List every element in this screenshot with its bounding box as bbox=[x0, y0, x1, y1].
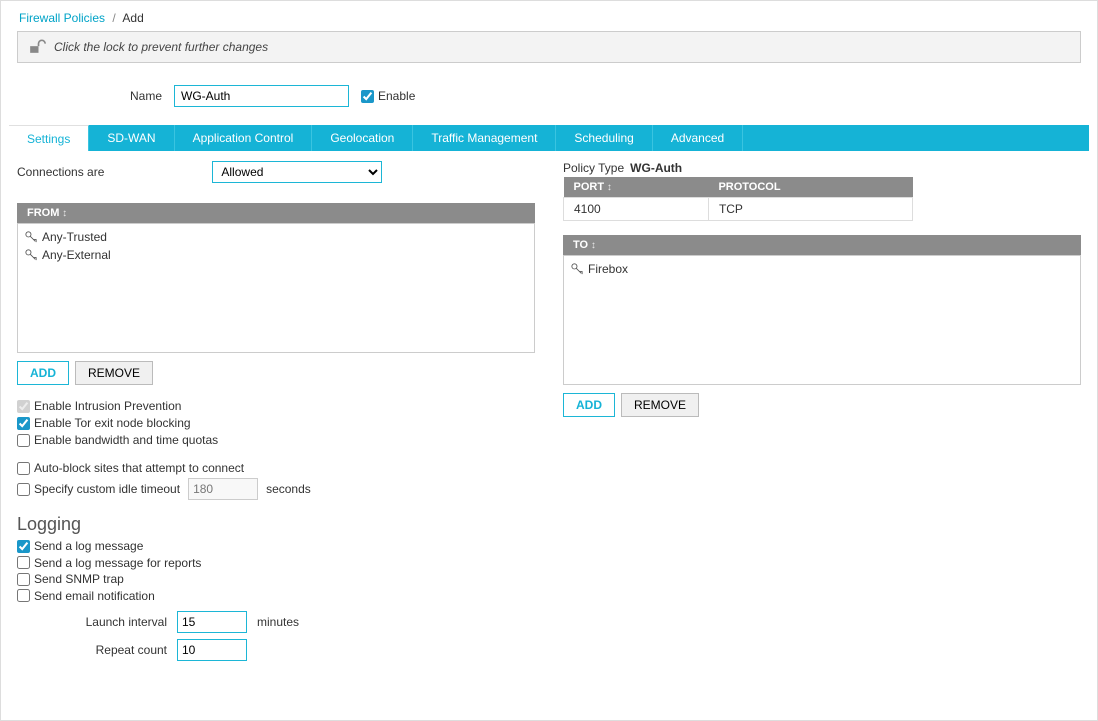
name-row: Name Enable bbox=[9, 71, 1089, 125]
log-label: Send a log message bbox=[34, 539, 143, 553]
list-item[interactable]: Any-External bbox=[24, 246, 528, 264]
from-list[interactable]: Any-Trusted Any-External bbox=[17, 223, 535, 353]
name-input[interactable] bbox=[174, 85, 349, 107]
breadcrumb-current: Add bbox=[122, 11, 143, 25]
tab-geolocation[interactable]: Geolocation bbox=[312, 125, 413, 151]
policy-type-label: Policy Type bbox=[563, 161, 624, 175]
connections-label: Connections are bbox=[17, 165, 104, 179]
tab-traffic-management[interactable]: Traffic Management bbox=[413, 125, 556, 151]
port-cell: 4100 bbox=[564, 198, 709, 221]
log-report-checkbox-input[interactable] bbox=[17, 556, 30, 569]
enable-checkbox[interactable]: Enable bbox=[361, 89, 415, 103]
breadcrumb-sep: / bbox=[112, 11, 115, 25]
alias-icon bbox=[24, 231, 38, 243]
to-header[interactable]: TO bbox=[563, 235, 1081, 255]
email-checkbox-input[interactable] bbox=[17, 589, 30, 602]
lock-bar[interactable]: Click the lock to prevent further change… bbox=[17, 31, 1081, 63]
tab-scheduling[interactable]: Scheduling bbox=[556, 125, 652, 151]
autoblock-label: Auto-block sites that attempt to connect bbox=[34, 461, 244, 475]
launch-interval-unit: minutes bbox=[257, 615, 299, 629]
list-item-label: Any-Trusted bbox=[42, 230, 107, 244]
enable-checkbox-input[interactable] bbox=[361, 90, 374, 103]
lock-hint: Click the lock to prevent further change… bbox=[54, 40, 268, 54]
tor-checkbox-input[interactable] bbox=[17, 417, 30, 430]
port-table: PORT PROTOCOL 4100 TCP bbox=[563, 177, 913, 221]
breadcrumb: Firewall Policies / Add bbox=[9, 5, 1089, 27]
name-label: Name bbox=[17, 89, 162, 103]
tab-application-control[interactable]: Application Control bbox=[175, 125, 313, 151]
log-report-checkbox[interactable]: Send a log message for reports bbox=[17, 556, 201, 570]
protocol-cell: TCP bbox=[708, 198, 912, 221]
policy-type-value: WG-Auth bbox=[630, 161, 682, 175]
snmp-checkbox[interactable]: Send SNMP trap bbox=[17, 572, 124, 586]
unlock-icon bbox=[26, 38, 46, 56]
list-item[interactable]: Any-Trusted bbox=[24, 228, 528, 246]
tab-sd-wan[interactable]: SD-WAN bbox=[89, 125, 174, 151]
list-item-label: Any-External bbox=[42, 248, 111, 262]
quota-label: Enable bandwidth and time quotas bbox=[34, 433, 218, 447]
autoblock-checkbox-input[interactable] bbox=[17, 462, 30, 475]
quota-checkbox-input[interactable] bbox=[17, 434, 30, 447]
snmp-checkbox-input[interactable] bbox=[17, 573, 30, 586]
list-item-label: Firebox bbox=[588, 262, 628, 276]
snmp-label: Send SNMP trap bbox=[34, 572, 124, 586]
tab-advanced[interactable]: Advanced bbox=[653, 125, 743, 151]
launch-interval-input[interactable] bbox=[177, 611, 247, 633]
tor-label: Enable Tor exit node blocking bbox=[34, 416, 191, 430]
tor-checkbox[interactable]: Enable Tor exit node blocking bbox=[17, 416, 535, 430]
to-list[interactable]: Firebox bbox=[563, 255, 1081, 385]
breadcrumb-parent-link[interactable]: Firewall Policies bbox=[19, 11, 105, 25]
log-checkbox[interactable]: Send a log message bbox=[17, 539, 143, 553]
email-label: Send email notification bbox=[34, 589, 155, 603]
tab-bar: Settings SD-WAN Application Control Geol… bbox=[9, 125, 1089, 151]
port-header[interactable]: PORT bbox=[564, 177, 709, 198]
autoblock-checkbox[interactable]: Auto-block sites that attempt to connect bbox=[17, 461, 535, 475]
ips-label: Enable Intrusion Prevention bbox=[34, 399, 181, 413]
repeat-count-input[interactable] bbox=[177, 639, 247, 661]
repeat-count-label: Repeat count bbox=[17, 643, 167, 657]
enable-label: Enable bbox=[378, 89, 415, 103]
idle-timeout-input bbox=[188, 478, 258, 500]
right-column: Policy Type WG-Auth PORT PROTOCOL 4100 T… bbox=[563, 161, 1081, 661]
quota-checkbox[interactable]: Enable bandwidth and time quotas bbox=[17, 433, 535, 447]
to-add-button[interactable]: ADD bbox=[563, 393, 615, 417]
from-remove-button[interactable]: REMOVE bbox=[75, 361, 153, 385]
alias-icon bbox=[24, 249, 38, 261]
idle-unit: seconds bbox=[266, 482, 311, 496]
launch-interval-label: Launch interval bbox=[17, 615, 167, 629]
logging-title: Logging bbox=[17, 514, 535, 535]
from-add-button[interactable]: ADD bbox=[17, 361, 69, 385]
ips-checkbox-input bbox=[17, 400, 30, 413]
ips-checkbox[interactable]: Enable Intrusion Prevention bbox=[17, 399, 535, 413]
tab-settings[interactable]: Settings bbox=[9, 125, 89, 151]
idle-label: Specify custom idle timeout bbox=[34, 482, 180, 496]
connections-select[interactable]: Allowed bbox=[212, 161, 382, 183]
email-checkbox[interactable]: Send email notification bbox=[17, 589, 155, 603]
table-row[interactable]: 4100 TCP bbox=[564, 198, 913, 221]
left-column: Connections are Allowed FROM Any-Trusted… bbox=[17, 161, 535, 661]
protocol-header[interactable]: PROTOCOL bbox=[708, 177, 912, 198]
log-report-label: Send a log message for reports bbox=[34, 556, 201, 570]
alias-icon bbox=[570, 263, 584, 275]
from-header[interactable]: FROM bbox=[17, 203, 535, 223]
list-item[interactable]: Firebox bbox=[570, 260, 1074, 278]
idle-checkbox-input[interactable] bbox=[17, 483, 30, 496]
idle-checkbox[interactable]: Specify custom idle timeout bbox=[17, 482, 180, 496]
log-checkbox-input[interactable] bbox=[17, 540, 30, 553]
to-remove-button[interactable]: REMOVE bbox=[621, 393, 699, 417]
